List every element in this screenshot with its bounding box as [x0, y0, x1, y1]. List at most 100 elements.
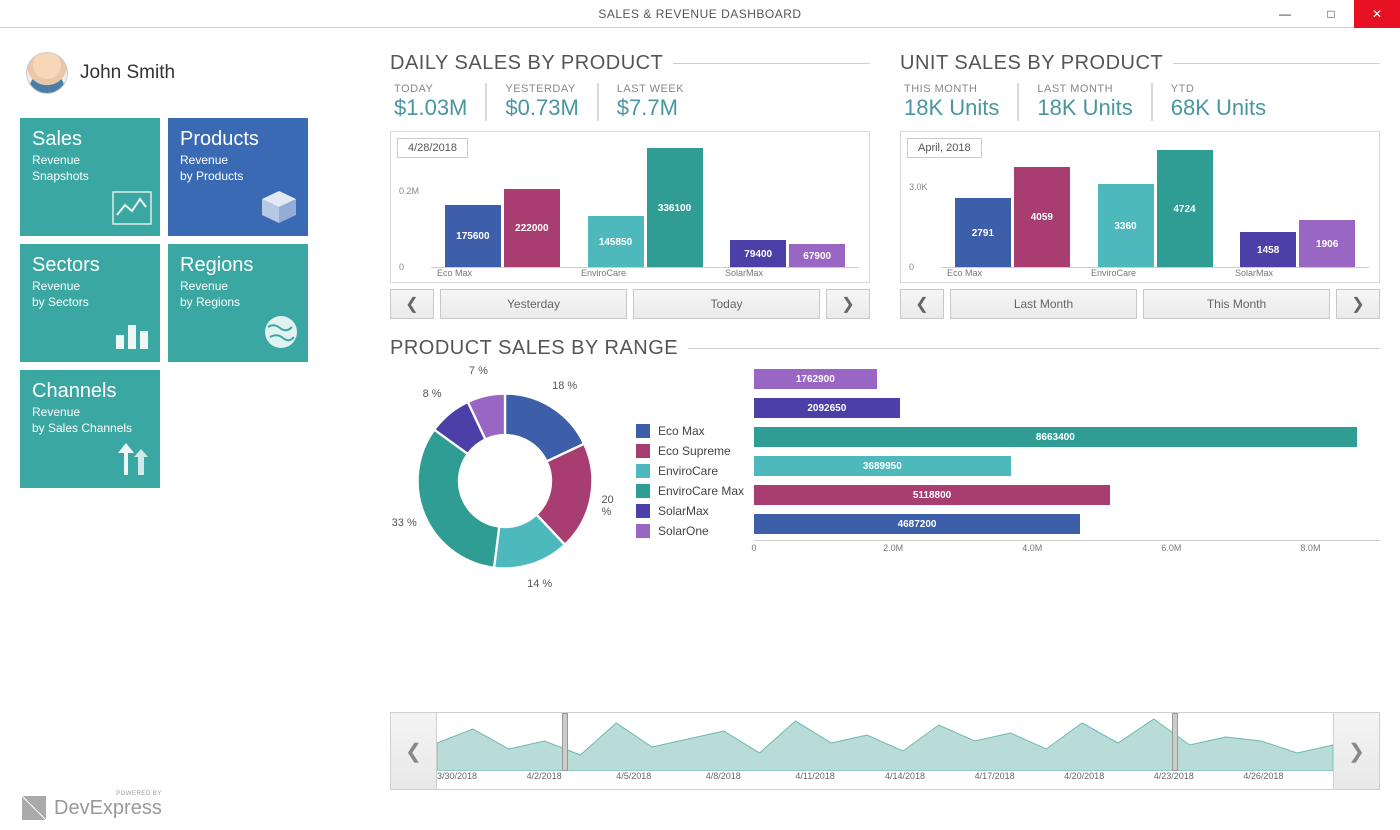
devexpress-logo-icon [22, 796, 46, 820]
timeline-chart[interactable]: 3/30/20184/2/20184/5/20184/8/20184/11/20… [437, 713, 1333, 789]
tile-sub: RevenueSnapshots [32, 153, 148, 184]
tile-sub: Revenueby Sales Channels [32, 405, 148, 436]
donut-label: 14 % [527, 578, 552, 590]
unit-ytick: 3.0K [909, 182, 928, 192]
range-hbar-chart: 1762900 2092650 8663400 3689950 5118800 46872… [754, 366, 1380, 596]
legend-item: Eco Max [636, 424, 744, 438]
bar: 336100 [647, 148, 703, 268]
stat: LAST MONTH18K Units [1017, 83, 1150, 121]
donut-label: 20 % [601, 494, 620, 518]
bar: 3360 [1098, 184, 1154, 268]
legend-swatch [636, 464, 650, 478]
hbar: 8663400 [754, 427, 1357, 447]
donut-label: 18 % [552, 380, 577, 392]
daily-chart: 4/28/2018 0.2M 0 17560022200014585033610… [390, 131, 870, 283]
timeline-prev-arrow[interactable]: ❮ [391, 713, 437, 789]
legend-swatch [636, 504, 650, 518]
unit-title: UNIT SALES BY PRODUCT [900, 52, 1163, 75]
tile-grid: SalesRevenueSnapshotsProductsRevenueby P… [20, 118, 360, 488]
stat: THIS MONTH18K Units [900, 83, 1017, 121]
unit-next-arrow[interactable]: ❯ [1336, 289, 1380, 319]
stat: LAST WEEK$7.7M [597, 83, 702, 121]
bar: 67900 [789, 244, 845, 268]
box-icon [258, 189, 300, 230]
legend-item: EnviroCare [636, 464, 744, 478]
bar: 4724 [1157, 150, 1213, 268]
range-legend: Eco Max Eco Supreme EnviroCare EnviroCare M… [636, 418, 744, 544]
tile-sub: Revenueby Regions [180, 279, 296, 310]
tile-title: Channels [32, 380, 148, 403]
globe-icon [262, 313, 300, 356]
donut-label: 8 % [423, 388, 442, 400]
stat: TODAY$1.03M [390, 83, 485, 121]
legend-item: EnviroCare Max [636, 484, 744, 498]
bars-icon [112, 317, 152, 356]
legend-item: SolarOne [636, 524, 744, 538]
unit-prev-arrow[interactable]: ❮ [900, 289, 944, 319]
donut-label: 33 % [392, 517, 417, 529]
bar: 1906 [1299, 220, 1355, 268]
range-donut-chart: 18 % 20 % 14 % 33 % 8 % 7 % [390, 366, 620, 596]
main: DAILY SALES BY PRODUCT TODAY$1.03MYESTER… [360, 52, 1380, 790]
stat: YESTERDAY$0.73M [485, 83, 596, 121]
hbar: 5118800 [754, 485, 1110, 505]
legend-swatch [636, 424, 650, 438]
timeline-handle-right[interactable] [1172, 713, 1178, 771]
daily-ytick: 0.2M [399, 186, 419, 196]
user-block: John Smith [20, 52, 360, 94]
bar: 145850 [588, 216, 644, 268]
daily-next-arrow[interactable]: ❯ [826, 289, 870, 319]
range-title: PRODUCT SALES BY RANGE [390, 337, 678, 360]
avatar[interactable] [26, 52, 68, 94]
legend-item: SolarMax [636, 504, 744, 518]
hbar: 3689950 [754, 456, 1011, 476]
arrows-icon [112, 439, 152, 482]
window-controls: — □ ✕ [1262, 0, 1400, 28]
daily-nav-today[interactable]: Today [633, 289, 820, 319]
daily-nav-yesterday[interactable]: Yesterday [440, 289, 627, 319]
unit-nav-thismonth[interactable]: This Month [1143, 289, 1330, 319]
tile-title: Products [180, 128, 296, 151]
unit-nav-lastmonth[interactable]: Last Month [950, 289, 1137, 319]
tile-products[interactable]: ProductsRevenueby Products [168, 118, 308, 236]
legend-swatch [636, 444, 650, 458]
range-panel: PRODUCT SALES BY RANGE 18 % 20 % 14 % 33 % 8… [390, 337, 1380, 698]
unit-chart: April, 2018 3.0K 0 279140593360472414581… [900, 131, 1380, 283]
minimize-button[interactable]: — [1262, 0, 1308, 28]
tile-sub: Revenueby Products [180, 153, 296, 184]
tile-channels[interactable]: ChannelsRevenueby Sales Channels [20, 370, 160, 488]
user-name: John Smith [80, 62, 175, 84]
unit-sales-panel: UNIT SALES BY PRODUCT THIS MONTH18K Unit… [900, 52, 1380, 319]
window-title: SALES & REVENUE DASHBOARD [0, 7, 1400, 21]
timeline-next-arrow[interactable]: ❯ [1333, 713, 1379, 789]
tile-title: Regions [180, 254, 296, 277]
bar: 1458 [1240, 232, 1296, 268]
bar: 79400 [730, 240, 786, 268]
hbar: 4687200 [754, 514, 1080, 534]
sidebar: John Smith SalesRevenueSnapshotsProducts… [20, 52, 360, 790]
legend-item: Eco Supreme [636, 444, 744, 458]
daily-prev-arrow[interactable]: ❮ [390, 289, 434, 319]
daily-title: DAILY SALES BY PRODUCT [390, 52, 663, 75]
stat: YTD68K Units [1151, 83, 1284, 121]
tile-regions[interactable]: RegionsRevenueby Regions [168, 244, 308, 362]
hbar: 1762900 [754, 369, 877, 389]
timeline-handle-left[interactable] [562, 713, 568, 771]
chart-line-icon [112, 191, 152, 230]
titlebar: SALES & REVENUE DASHBOARD — □ ✕ [0, 0, 1400, 28]
bar: 175600 [445, 205, 501, 268]
legend-swatch [636, 524, 650, 538]
bar: 4059 [1014, 167, 1070, 268]
tile-sectors[interactable]: SectorsRevenueby Sectors [20, 244, 160, 362]
maximize-button[interactable]: □ [1308, 0, 1354, 28]
legend-swatch [636, 484, 650, 498]
donut-label: 7 % [469, 365, 488, 377]
tile-title: Sales [32, 128, 148, 151]
close-button[interactable]: ✕ [1354, 0, 1400, 28]
bar: 222000 [504, 189, 560, 268]
bar: 2791 [955, 198, 1011, 268]
tile-sales[interactable]: SalesRevenueSnapshots [20, 118, 160, 236]
tile-sub: Revenueby Sectors [32, 279, 148, 310]
hbar: 2092650 [754, 398, 900, 418]
timeline-range-selector[interactable]: ❮ 3/30/20184/2/20184/5/20184/8/20184/11/… [390, 712, 1380, 790]
